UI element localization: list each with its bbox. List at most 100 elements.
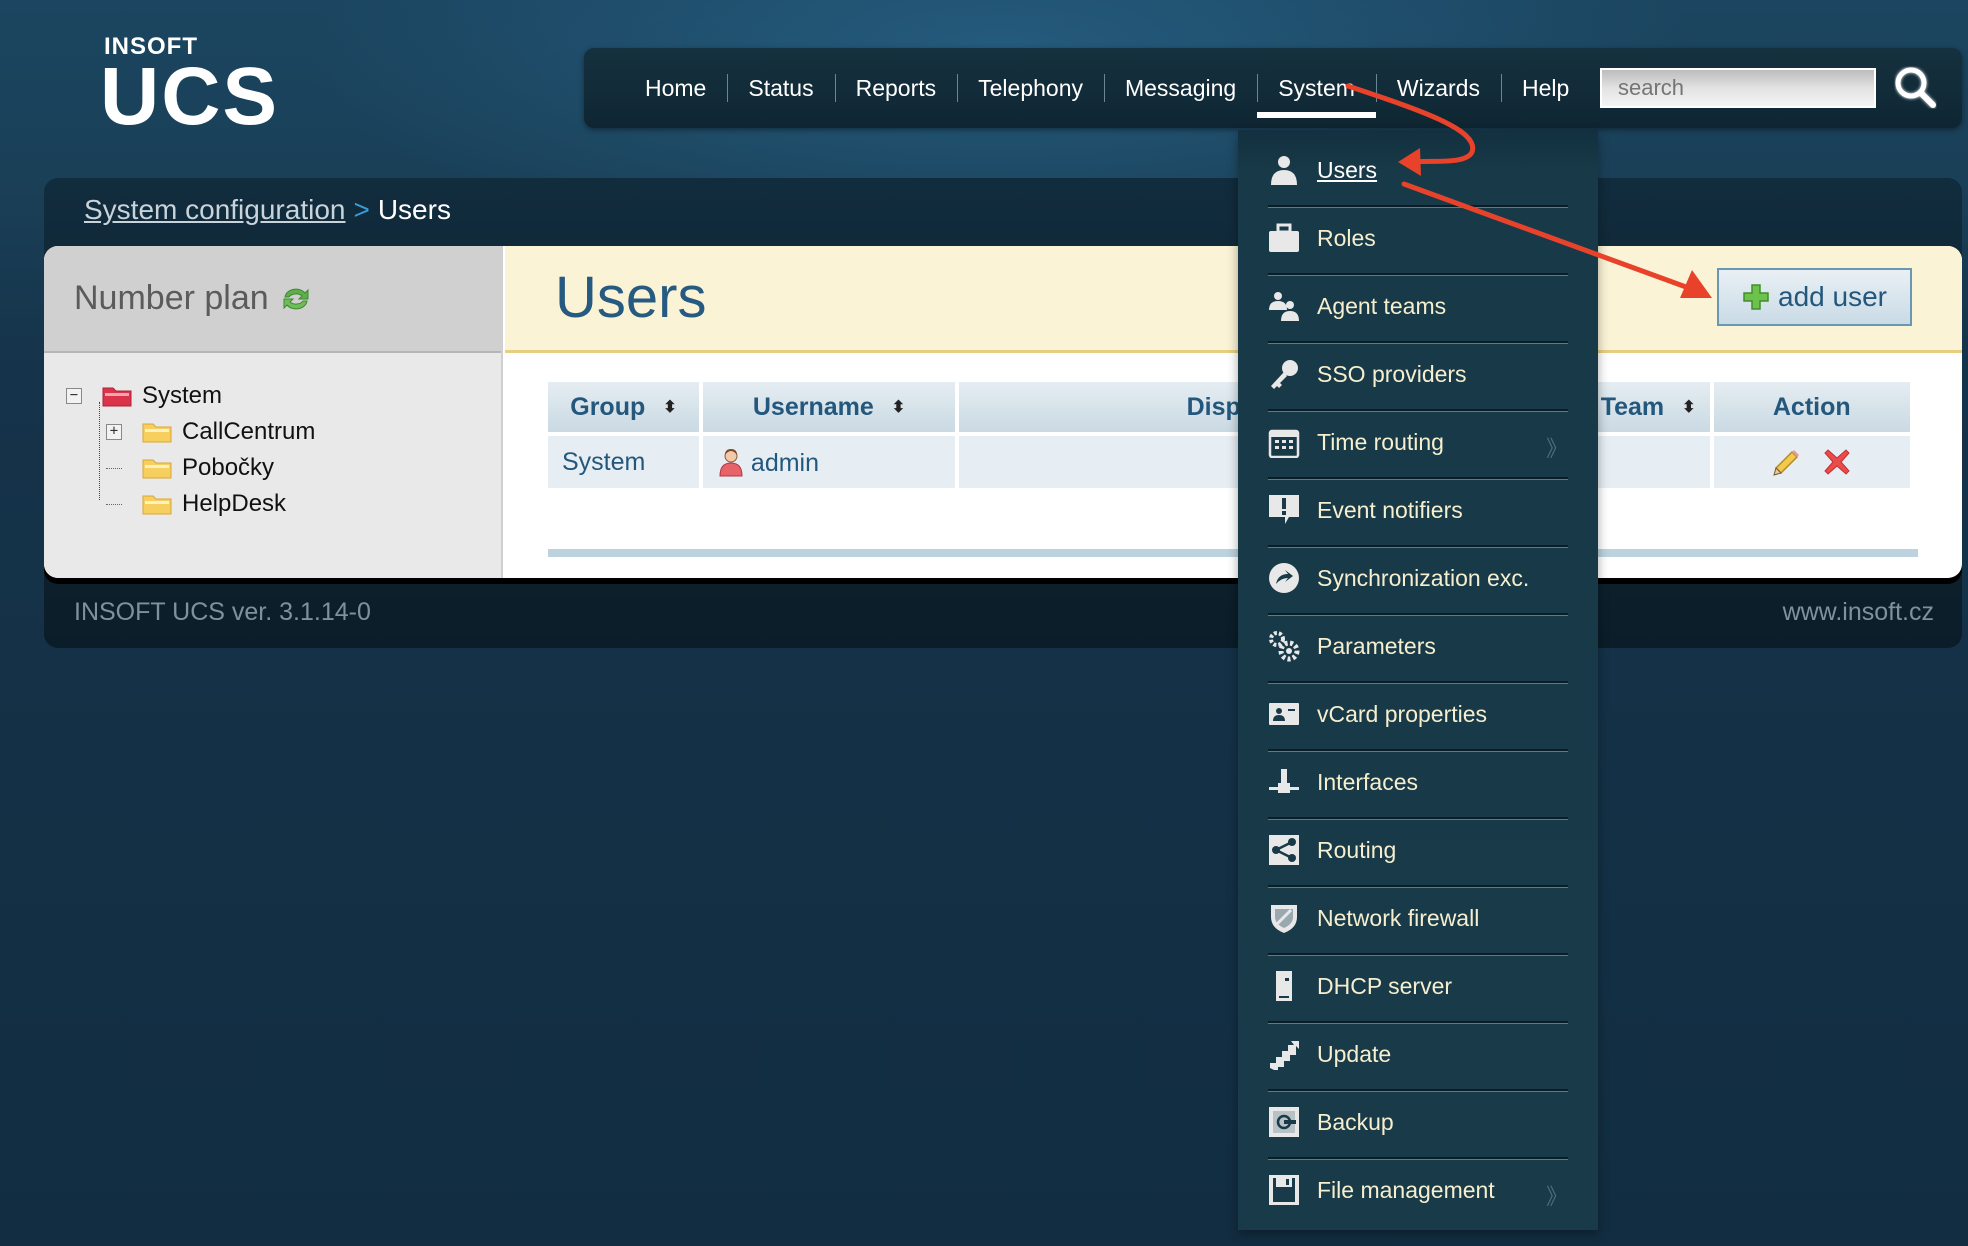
column-label: Group [570, 392, 646, 421]
page-title: Users [555, 265, 707, 330]
menu-item-roles[interactable]: Roles [1268, 205, 1568, 271]
submenu-arrow-icon: 》 [1545, 436, 1568, 461]
floppy-icon [1269, 1175, 1299, 1205]
nav-item-messaging[interactable]: Messaging [1103, 48, 1257, 128]
nav-item-home[interactable]: Home [624, 48, 727, 128]
delete-x-icon[interactable] [1821, 446, 1853, 478]
vcard-icon [1269, 703, 1299, 725]
stairs-update-icon [1270, 1041, 1299, 1070]
system-dropdown-menu: Users Roles Agent teams SSO providers Ti… [1238, 130, 1598, 1230]
menu-item-network-firewall[interactable]: Network firewall [1268, 885, 1568, 951]
tree-node-helpdesk[interactable]: HelpDesk [66, 486, 315, 522]
nav-item-help[interactable]: Help [1500, 48, 1590, 128]
pencil-edit-icon[interactable] [1770, 446, 1802, 478]
website-link[interactable]: www.insoft.cz [1783, 598, 1934, 627]
menu-item-file-management[interactable]: File management 》 [1268, 1157, 1568, 1223]
menu-item-update[interactable]: Update [1268, 1021, 1568, 1087]
column-label: Action [1772, 392, 1851, 421]
search-input[interactable] [1600, 68, 1876, 108]
folder-red-icon [102, 387, 132, 407]
plus-icon [1743, 284, 1769, 310]
tree-label-system[interactable]: System [142, 382, 222, 410]
menu-label: Routing [1317, 836, 1397, 863]
tree-label-callcentrum[interactable]: CallCentrum [182, 418, 315, 446]
sort-icon[interactable]: ⬍ [663, 399, 676, 415]
gears-icon [1269, 631, 1300, 662]
menu-label: Roles [1317, 224, 1376, 251]
number-plan-sidebar: Number plan − System + CallCentrum Poboč… [44, 246, 503, 578]
refresh-icon[interactable] [279, 282, 313, 316]
sort-icon[interactable]: ⬍ [1682, 399, 1695, 415]
menu-item-sso-providers[interactable]: SSO providers [1268, 341, 1568, 407]
number-plan-tree: − System + CallCentrum Pobočky HelpDesk [66, 378, 315, 522]
tree-node-pobocky[interactable]: Pobočky [66, 450, 315, 486]
tree-node-system[interactable]: − System [66, 378, 315, 414]
tree-branch-connector [106, 503, 122, 505]
user-icon [1271, 156, 1297, 185]
column-header-team[interactable]: Team ⬍ [1579, 382, 1710, 432]
menu-item-routing[interactable]: Routing [1268, 817, 1568, 883]
menu-label: File management [1317, 1176, 1495, 1203]
breadcrumb-system-configuration[interactable]: System configuration [84, 194, 345, 226]
menu-label: Parameters [1317, 632, 1436, 659]
submenu-arrow-icon: 》 [1545, 1184, 1568, 1209]
alert-icon [1269, 495, 1299, 524]
nav-item-system[interactable]: System [1257, 48, 1376, 128]
menu-item-synchronization[interactable]: Synchronization exc. [1268, 545, 1568, 611]
sort-icon[interactable]: ⬍ [892, 399, 905, 415]
nav-item-wizards[interactable]: Wizards [1375, 48, 1501, 128]
menu-label: Agent teams [1317, 292, 1447, 319]
menu-item-interfaces[interactable]: Interfaces [1268, 749, 1568, 815]
column-header-username[interactable]: Username ⬍ [702, 382, 956, 432]
column-label: Username [752, 392, 874, 421]
menu-item-agent-teams[interactable]: Agent teams [1268, 273, 1568, 339]
column-header-group[interactable]: Group ⬍ [548, 382, 699, 432]
safe-backup-icon [1269, 1107, 1299, 1137]
add-user-button[interactable]: add user [1717, 268, 1912, 326]
sidebar-title: Number plan [74, 279, 269, 317]
menu-item-backup[interactable]: Backup [1268, 1089, 1568, 1155]
logo[interactable]: INSOFT UCS [100, 34, 279, 138]
tree-branch-connector [106, 467, 122, 469]
folder-icon [142, 423, 172, 443]
menu-item-event-notifiers[interactable]: Event notifiers [1268, 477, 1568, 543]
menu-item-users[interactable]: Users [1268, 137, 1568, 203]
breadcrumb-separator: > [353, 194, 370, 225]
cell-team [1579, 436, 1710, 488]
menu-item-vcard-properties[interactable]: vCard properties [1268, 681, 1568, 747]
nav-menu: Home Status Reports Telephony Messaging … [624, 48, 1590, 128]
menu-item-parameters[interactable]: Parameters [1268, 613, 1568, 679]
menu-label: Update [1317, 1040, 1392, 1067]
users-table: Group⬍ Username⬍ Display name Team⬍ Acti… [544, 378, 1914, 492]
menu-item-time-routing[interactable]: Time routing 》 [1268, 409, 1568, 475]
menu-item-dhcp-server[interactable]: DHCP server [1268, 953, 1568, 1019]
expand-toggle-icon[interactable]: + [106, 424, 122, 440]
network-interface-icon [1269, 769, 1299, 793]
menu-label: Backup [1317, 1108, 1394, 1135]
menu-label: Network firewall [1317, 904, 1480, 931]
collapse-toggle-icon[interactable]: − [66, 388, 82, 404]
sidebar-header: Number plan [44, 246, 501, 353]
nav-item-status[interactable]: Status [727, 48, 834, 128]
search-icon[interactable] [1890, 62, 1942, 114]
table-row[interactable]: System admin [548, 436, 1910, 488]
tree-label-helpdesk[interactable]: HelpDesk [182, 490, 286, 518]
nav-item-reports[interactable]: Reports [834, 48, 958, 128]
team-icon [1269, 292, 1299, 321]
breadcrumb-current: Users [377, 194, 451, 225]
folder-icon [142, 495, 172, 515]
column-label: Team [1600, 392, 1665, 421]
tree-node-callcentrum[interactable]: + CallCentrum [66, 414, 315, 450]
column-header-action: Action [1713, 382, 1910, 432]
cell-action [1713, 436, 1910, 488]
tree-label-pobocky[interactable]: Pobočky [182, 454, 274, 482]
username-text[interactable]: admin [751, 449, 819, 477]
menu-label: Time routing [1317, 428, 1444, 455]
breadcrumb: System configuration > Users [84, 194, 451, 226]
table-footer-bar [548, 549, 1918, 557]
folder-icon [142, 459, 172, 479]
cell-username[interactable]: admin [702, 436, 956, 488]
logo-product: UCS [100, 51, 280, 142]
nav-item-telephony[interactable]: Telephony [957, 48, 1104, 128]
briefcase-icon [1269, 223, 1299, 252]
